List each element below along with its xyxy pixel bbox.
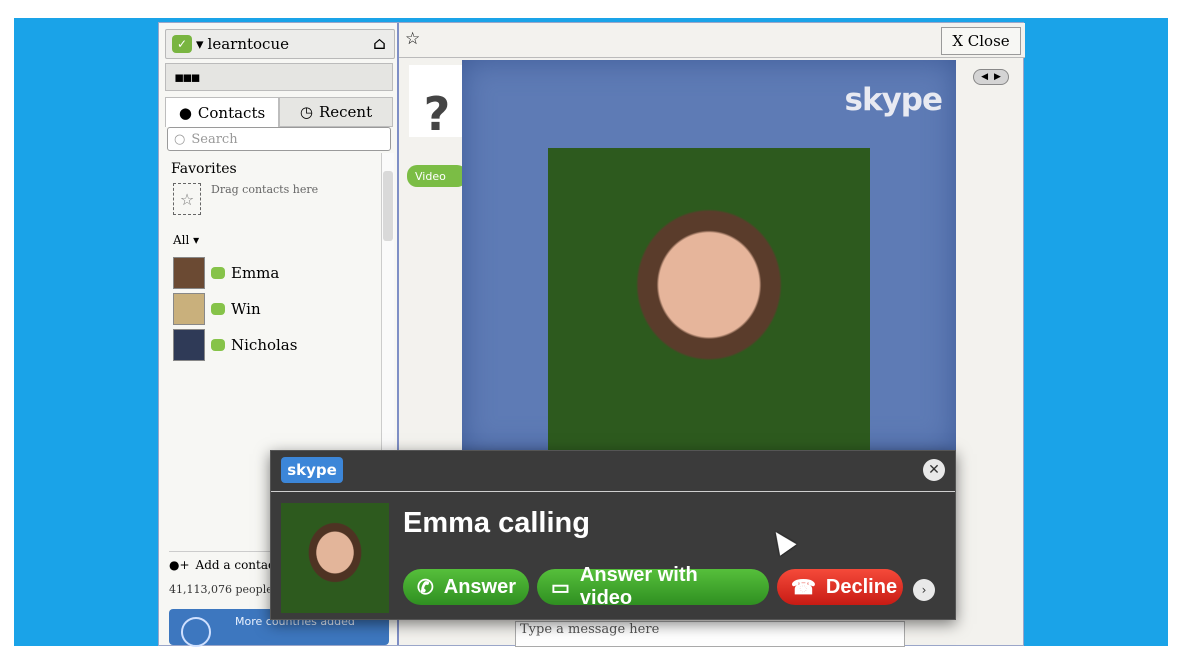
answer-label: Answer <box>443 575 517 598</box>
left-arrow-icon[interactable]: ◀ <box>981 72 988 82</box>
sidebar-tabs: ● Contacts ◷ Recent <box>165 97 393 127</box>
add-contact-icon: ●+ <box>169 558 190 572</box>
answer-with-video-button[interactable]: ▭ Answer with video <box>537 564 769 609</box>
answer-button[interactable]: ✆ Answer <box>403 569 529 605</box>
all-contacts-filter[interactable]: All ▾ <box>173 233 199 247</box>
scroll-arrows[interactable]: ◀ ▶ <box>973 69 1009 85</box>
avatar <box>173 329 205 361</box>
dialpad-button[interactable]: ▪▪▪ <box>165 63 393 91</box>
decline-button[interactable]: ☎ Decline <box>777 569 903 605</box>
hang-up-icon: ☎ <box>791 576 816 599</box>
video-frame: skype <box>462 60 956 452</box>
avatar <box>173 257 205 289</box>
star-icon[interactable]: ☆ <box>405 29 420 49</box>
tab-contacts[interactable]: ● Contacts <box>165 97 279 127</box>
answer-with-video-label: Answer with video <box>579 564 698 609</box>
close-icon: X <box>952 32 968 50</box>
caller-avatar <box>281 503 389 613</box>
skype-logo: skype <box>844 82 943 118</box>
unknown-profile-avatar: ? <box>409 65 465 137</box>
dialpad-icon[interactable]: ▪▪▪ <box>174 68 200 86</box>
dropdown-icon[interactable]: ▾ <box>196 35 204 53</box>
add-contact-label: Add a contact <box>195 558 280 572</box>
popup-header: skype ✕ <box>271 451 955 492</box>
question-icon: ? <box>423 87 451 141</box>
contact-name: Nicholas <box>231 336 298 354</box>
popup-skype-logo: skype <box>281 457 343 483</box>
right-arrow-icon[interactable]: ▶ <box>994 72 1001 82</box>
tab-recent-label: Recent <box>318 103 373 121</box>
favorites-title: Favorites <box>171 161 237 177</box>
caller-video-photo <box>548 148 870 452</box>
user-status-bar[interactable]: ✓ ▾ learntocue ⌂ <box>165 29 395 59</box>
close-icon[interactable]: ✕ <box>923 459 945 481</box>
status-icon[interactable]: ✓ <box>172 35 192 53</box>
decline-label: Decline <box>825 575 898 598</box>
contact-name: Win <box>231 300 261 318</box>
username: learntocue <box>207 35 289 53</box>
favorites-hint: Drag contacts here <box>211 183 319 196</box>
contact-win[interactable]: Win <box>173 293 261 325</box>
video-call-label: Video <box>415 169 446 183</box>
incoming-call-popup: skype ✕ Emma calling ✆ Answer ▭ Answer w… <box>270 450 956 620</box>
search-placeholder: Search <box>191 131 238 147</box>
online-status-icon <box>211 339 225 351</box>
video-call-button[interactable]: Video <box>407 165 467 187</box>
clock-icon: ◷ <box>299 103 313 121</box>
conversation-header: ☆ X Close <box>399 23 1025 58</box>
phone-icon: ✆ <box>417 576 434 599</box>
avatar <box>173 293 205 325</box>
home-icon[interactable]: ⌂ <box>373 34 386 54</box>
close-label: Close <box>967 32 1010 50</box>
contact-emma[interactable]: Emma <box>173 257 279 289</box>
favorites-star-icon: ☆ <box>173 183 201 215</box>
search-input[interactable]: ○ Search <box>167 127 391 151</box>
online-status-icon <box>211 267 225 279</box>
contact-name: Emma <box>231 264 280 282</box>
contacts-scrollbar[interactable] <box>381 153 394 483</box>
tab-contacts-label: Contacts <box>197 103 266 122</box>
contact-nicholas[interactable]: Nicholas <box>173 329 297 361</box>
video-icon: ▭ <box>551 576 570 599</box>
caller-text: Emma calling <box>403 507 590 539</box>
tab-recent[interactable]: ◷ Recent <box>279 97 393 127</box>
people-online-count: 41,113,076 people <box>169 583 273 596</box>
search-icon: ○ <box>174 131 186 147</box>
online-status-icon <box>211 303 225 315</box>
scroll-thumb[interactable] <box>383 171 393 241</box>
chevron-down-icon: ▾ <box>193 233 200 247</box>
all-label: All <box>173 233 190 247</box>
message-placeholder: Type a message here <box>520 622 660 637</box>
message-input[interactable]: Type a message here <box>515 621 905 647</box>
person-icon: ● <box>178 103 192 122</box>
more-options-icon[interactable]: › <box>913 579 935 601</box>
globe-icon <box>181 617 211 647</box>
close-button[interactable]: X Close <box>941 27 1021 55</box>
